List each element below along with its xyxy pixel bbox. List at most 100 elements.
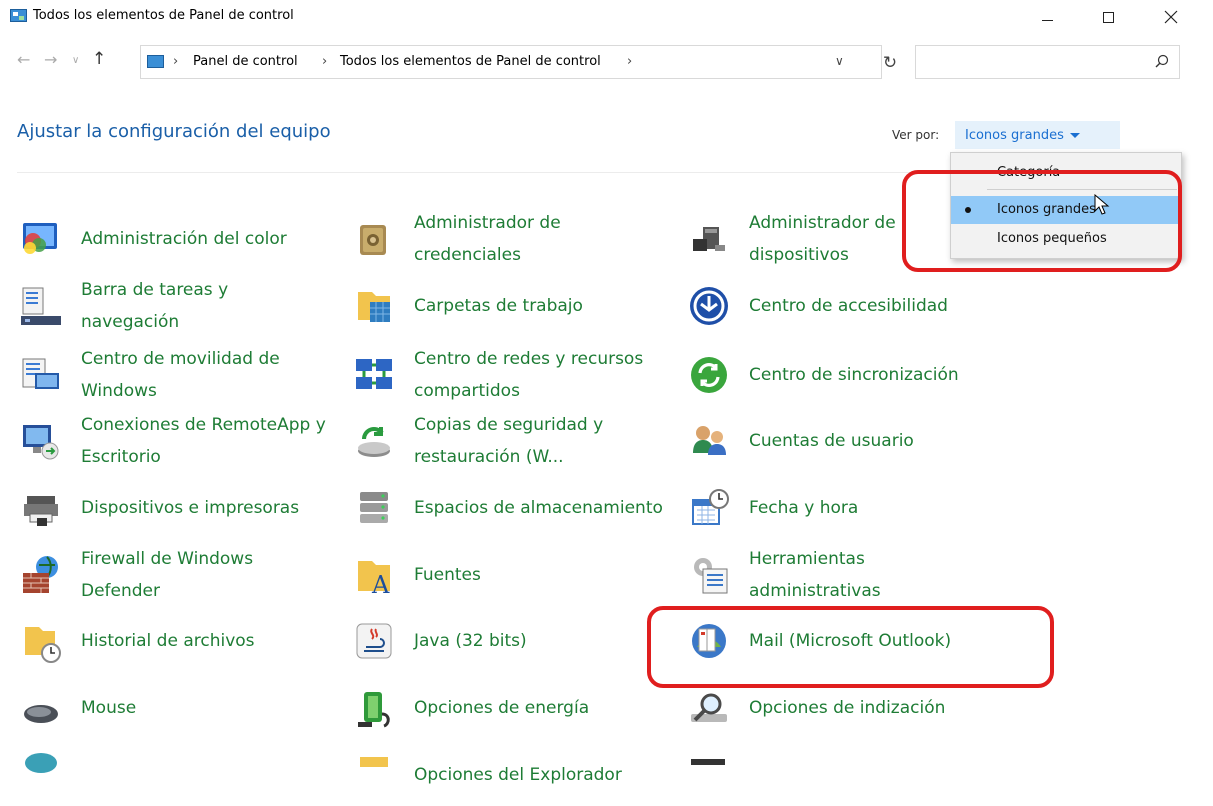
item-color-management[interactable]: Administración del color — [17, 208, 331, 270]
item-label: Mouse — [81, 698, 137, 718]
taskbar-icon — [17, 282, 65, 330]
device-manager-icon — [685, 215, 733, 263]
search-input[interactable] — [915, 45, 1180, 79]
view-by-value: Iconos grandes — [965, 127, 1064, 143]
view-by-dropdown[interactable]: Iconos grandes — [955, 121, 1120, 149]
item-accessibility[interactable]: Centro de accesibilidad — [685, 275, 999, 337]
item-label: Opciones del Explorador — [414, 765, 622, 785]
control-panel-icon — [10, 9, 27, 22]
item-fonts[interactable]: A Fuentes — [350, 544, 664, 606]
item-label: Carpetas de trabajo — [414, 296, 583, 316]
breadcrumb-control-panel[interactable]: Panel de control — [193, 54, 298, 69]
item-sync-center[interactable]: Centro de sincronización — [685, 344, 999, 406]
item-label: Copias de seguridad y restauración (W... — [414, 415, 604, 467]
item-partial[interactable] — [17, 744, 331, 806]
item-label: Java (32 bits) — [414, 631, 527, 651]
item-label: Cuentas de usuario — [749, 431, 914, 451]
control-panel-icon — [147, 55, 164, 68]
item-mobility-center[interactable]: Centro de movilidad de Windows — [17, 344, 331, 406]
item-label: Espacios de almacenamiento — [414, 498, 663, 518]
java-icon — [350, 617, 398, 665]
chevron-down-icon[interactable]: ∨ — [835, 54, 844, 68]
item-label: Centro de redes y recursos compartidos — [414, 349, 644, 401]
item-label: Fuentes — [414, 565, 481, 585]
item-label: Opciones de indización — [749, 698, 946, 718]
partial-icon — [685, 751, 733, 799]
item-taskbar[interactable]: Barra de tareas y navegación — [17, 275, 331, 337]
svg-text:A: A — [371, 571, 390, 599]
item-power-options[interactable]: Opciones de energía — [350, 677, 664, 739]
credential-manager-icon — [350, 215, 398, 263]
window-title: Todos los elementos de Panel de control — [33, 8, 294, 23]
mouse-icon — [17, 684, 65, 732]
item-mouse[interactable]: Mouse — [17, 677, 331, 739]
item-label: Centro de sincronización — [749, 365, 959, 385]
close-icon — [1164, 10, 1178, 24]
item-storage-spaces[interactable]: Espacios de almacenamiento — [350, 477, 664, 539]
item-user-accounts[interactable]: Cuentas de usuario — [685, 410, 999, 472]
item-java[interactable]: Java (32 bits) — [350, 610, 664, 672]
forward-button[interactable]: → — [44, 50, 57, 69]
item-firewall[interactable]: Firewall de Windows Defender — [17, 544, 331, 606]
item-devices-printers[interactable]: Dispositivos e impresoras — [17, 477, 331, 539]
remoteapp-icon — [17, 417, 65, 465]
highlight-box-mail — [647, 606, 1054, 688]
minimize-icon — [1041, 19, 1053, 21]
item-label: Centro de movilidad de Windows — [81, 349, 280, 401]
address-bar[interactable]: › Panel de control › Todos los elementos… — [140, 45, 882, 79]
accessibility-icon — [685, 282, 733, 330]
page-title: Ajustar la configuración del equipo — [17, 121, 331, 142]
item-label: Centro de accesibilidad — [749, 296, 948, 316]
work-folders-icon — [350, 282, 398, 330]
refresh-icon: ↻ — [882, 53, 898, 73]
item-label: Opciones de energía — [414, 698, 590, 718]
maximize-button[interactable] — [1085, 0, 1131, 34]
breadcrumb-all-items[interactable]: Todos los elementos de Panel de control — [340, 54, 601, 69]
chevron-right-icon[interactable]: › — [627, 54, 632, 69]
item-explorer-options[interactable]: Opciones del Explorador — [350, 744, 664, 806]
item-partial[interactable] — [685, 744, 999, 806]
item-label: Herramientas administrativas — [749, 549, 881, 601]
item-date-time[interactable]: Fecha y hora — [685, 477, 999, 539]
up-button[interactable]: ↑ — [92, 49, 106, 69]
item-remoteapp[interactable]: Conexiones de RemoteApp y Escritorio — [17, 410, 331, 472]
item-backup[interactable]: Copias de seguridad y restauración (W... — [350, 410, 664, 472]
item-network-center[interactable]: Centro de redes y recursos compartidos — [350, 344, 664, 406]
item-admin-tools[interactable]: Herramientas administrativas — [685, 544, 999, 606]
maximize-icon — [1102, 11, 1114, 23]
firewall-icon — [17, 551, 65, 599]
color-management-icon — [17, 215, 65, 263]
power-options-icon — [350, 684, 398, 732]
item-file-history[interactable]: Historial de archivos — [17, 610, 331, 672]
view-by-label: Ver por: — [892, 128, 940, 142]
admin-tools-icon — [685, 551, 733, 599]
recent-locations-button[interactable]: ∨ — [72, 55, 79, 66]
network-center-icon — [350, 351, 398, 399]
mouse-pointer-icon — [1094, 194, 1110, 215]
chevron-right-icon[interactable]: › — [173, 54, 178, 69]
refresh-button[interactable]: ↻ — [872, 47, 908, 79]
item-credential-manager[interactable]: Administrador de credenciales — [350, 208, 664, 270]
backup-icon — [350, 417, 398, 465]
minimize-button[interactable] — [1024, 0, 1070, 34]
storage-spaces-icon — [350, 484, 398, 532]
highlight-box-view-menu — [902, 170, 1182, 272]
item-work-folders[interactable]: Carpetas de trabajo — [350, 275, 664, 337]
sync-center-icon — [685, 351, 733, 399]
item-label: Conexiones de RemoteApp y Escritorio — [81, 415, 326, 467]
close-button[interactable] — [1148, 0, 1194, 34]
chevron-right-icon[interactable]: › — [322, 54, 327, 69]
item-label: Barra de tareas y navegación — [81, 280, 229, 332]
date-time-icon — [685, 484, 733, 532]
user-accounts-icon — [685, 417, 733, 465]
title-bar: Todos los elementos de Panel de control — [0, 0, 1213, 34]
item-label: Administrador de credenciales — [414, 213, 561, 265]
item-label: Fecha y hora — [749, 498, 859, 518]
caret-down-icon — [1069, 132, 1080, 138]
indexing-icon — [685, 684, 733, 732]
item-label: Historial de archivos — [81, 631, 255, 651]
partial-icon — [350, 751, 398, 799]
partial-icon — [17, 751, 65, 799]
item-label: Dispositivos e impresoras — [81, 498, 300, 518]
back-button[interactable]: ← — [17, 50, 30, 69]
